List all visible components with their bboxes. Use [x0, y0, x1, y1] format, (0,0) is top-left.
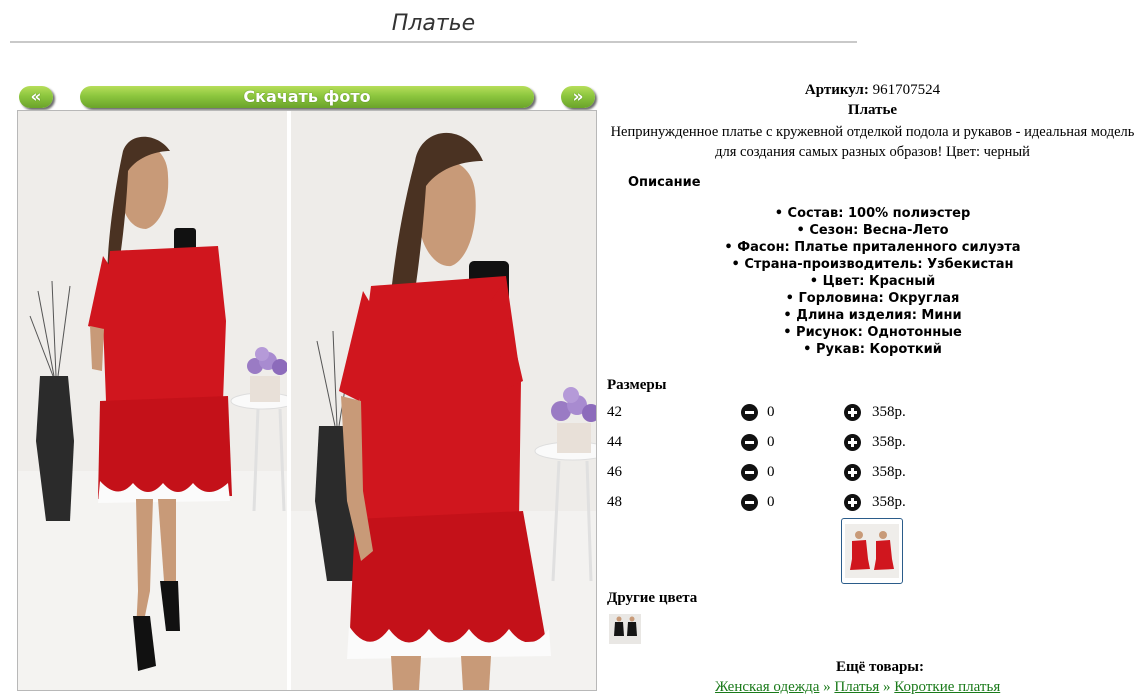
plus-icon[interactable] — [844, 434, 861, 451]
thumbnail-image — [845, 524, 899, 578]
product-photo-left — [18, 111, 287, 690]
property-item: Состав: 100% полиэстер — [605, 205, 1140, 222]
other-colors-heading: Другие цвета — [607, 590, 698, 606]
page-title: Платье — [10, 8, 857, 43]
price-value: 358р. — [872, 404, 906, 420]
more-goods-heading: Ещё товары: — [835, 659, 925, 675]
article-label: Артикул: — [804, 82, 869, 98]
quantity-value: 0 — [767, 494, 775, 510]
plus-icon[interactable] — [844, 494, 861, 511]
prev-photo-button[interactable]: « — [19, 86, 53, 108]
property-item: Сезон: Весна-Лето — [605, 222, 1140, 239]
breadcrumb: Женская одежда » Платья » Короткие плать… — [715, 679, 1000, 696]
product-photo-right — [291, 111, 596, 690]
description-heading: Описание — [628, 175, 701, 190]
size-label: 48 — [607, 494, 622, 510]
size-row: 46 0 358р. — [607, 464, 1007, 484]
photo-thumbnail[interactable] — [841, 518, 903, 584]
price-value: 358р. — [872, 494, 906, 510]
product-photo[interactable] — [17, 110, 597, 691]
breadcrumb-separator: » — [823, 679, 831, 695]
properties-list: Состав: 100% полиэстер Сезон: Весна-Лето… — [605, 205, 1140, 358]
minus-icon[interactable] — [741, 494, 758, 511]
price-value: 358р. — [872, 464, 906, 480]
size-row: 48 0 358р. — [607, 494, 1007, 514]
download-photo-button[interactable]: Скачать фото — [80, 86, 534, 108]
quantity-value: 0 — [767, 434, 775, 450]
size-row: 42 0 358р. — [607, 404, 1007, 424]
size-label: 44 — [607, 434, 622, 450]
breadcrumb-separator: » — [883, 679, 891, 695]
minus-icon[interactable] — [741, 434, 758, 451]
ribbon-icon[interactable] — [1131, 12, 1140, 38]
quantity-value: 0 — [767, 404, 775, 420]
property-item: Длина изделия: Мини — [605, 307, 1140, 324]
color-variant-black[interactable] — [609, 614, 641, 644]
size-label: 46 — [607, 464, 622, 480]
plus-icon[interactable] — [844, 464, 861, 481]
property-item: Рисунок: Однотонные — [605, 324, 1140, 341]
price-value: 358р. — [872, 434, 906, 450]
breadcrumb-link[interactable]: Платья — [834, 679, 879, 695]
plus-icon[interactable] — [844, 404, 861, 421]
property-item: Фасон: Платье приталенного силуэта — [605, 239, 1140, 256]
minus-icon[interactable] — [741, 404, 758, 421]
sizes-heading: Размеры — [607, 377, 667, 393]
property-item: Страна-производитель: Узбекистан — [605, 256, 1140, 273]
property-item: Рукав: Короткий — [605, 341, 1140, 358]
quantity-value: 0 — [767, 464, 775, 480]
breadcrumb-link[interactable]: Короткие платья — [894, 679, 1000, 695]
product-name: Платье — [847, 102, 898, 118]
minus-icon[interactable] — [741, 464, 758, 481]
size-row: 44 0 358р. — [607, 434, 1007, 454]
article-line: Артикул: 961707524 — [605, 82, 1140, 99]
next-photo-button[interactable]: » — [561, 86, 595, 108]
property-item: Цвет: Красный — [605, 273, 1140, 290]
breadcrumb-link[interactable]: Женская одежда — [715, 679, 819, 695]
property-item: Горловина: Округлая — [605, 290, 1140, 307]
product-description: Непринужденное платье с кружевной отделк… — [610, 124, 1135, 160]
article-value: 961707524 — [872, 82, 941, 98]
size-label: 42 — [607, 404, 622, 420]
